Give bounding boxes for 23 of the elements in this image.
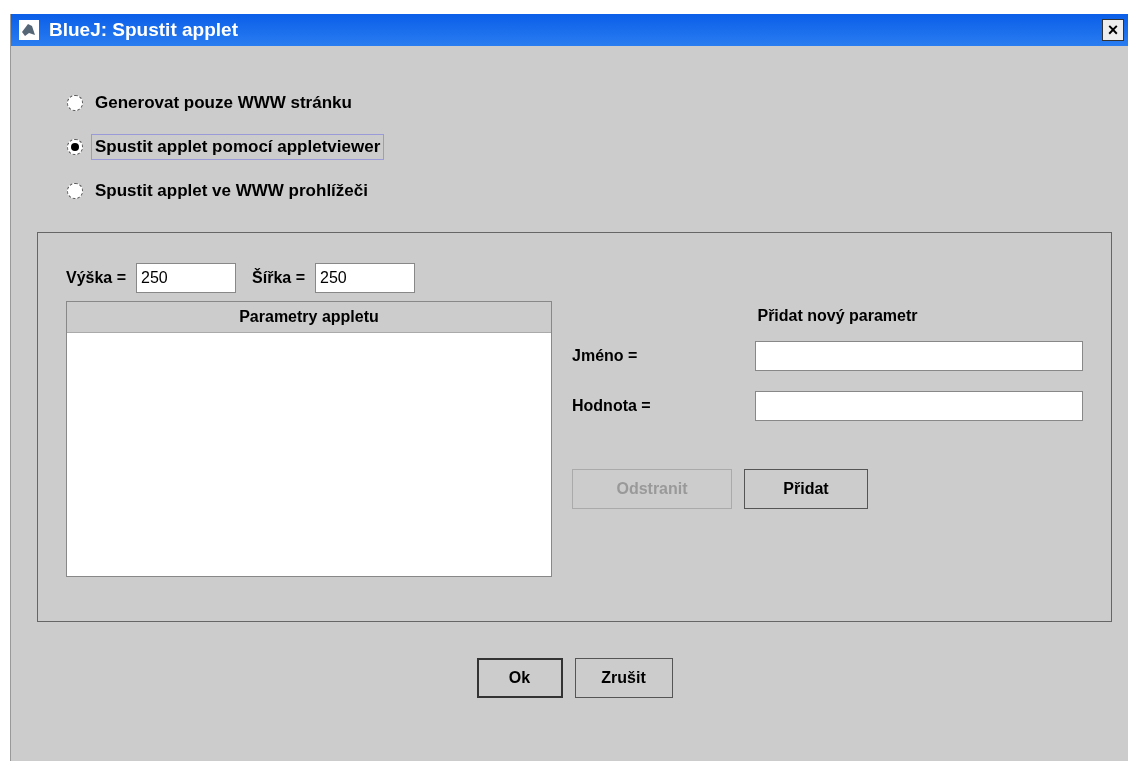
radio-button[interactable] (67, 139, 83, 155)
radio-label[interactable]: Spustit applet ve WWW prohlížeči (91, 178, 372, 204)
close-button[interactable]: × (1102, 19, 1124, 41)
input-field[interactable] (755, 391, 1083, 421)
radio-button[interactable] (67, 95, 83, 111)
radio-button[interactable] (67, 183, 83, 199)
parameters-table[interactable]: Parametry appletu (66, 301, 552, 577)
width-label: Šířka = (252, 269, 305, 287)
action-button[interactable]: Přidat (744, 469, 868, 509)
height-label: Výška = (66, 269, 127, 287)
window-title: BlueJ: Spustit applet (49, 19, 239, 41)
height-field[interactable]: 250 (136, 263, 237, 293)
column-header: Parametry appletu (67, 302, 551, 333)
input-field[interactable] (755, 341, 1083, 371)
radio-label[interactable]: Spustit applet pomocí appletviewer (91, 134, 385, 160)
section-title: Přidat nový parametr (757, 307, 918, 325)
field-label: Jméno = (572, 347, 638, 365)
app-logo-icon (19, 20, 39, 40)
width-field[interactable]: 250 (315, 263, 415, 293)
dialog-button[interactable]: Ok (476, 658, 563, 698)
field-label: Hodnota = (572, 397, 651, 415)
dialog-button[interactable]: Zrušit (574, 658, 673, 698)
radio-label[interactable]: Generovat pouze WWW stránku (91, 90, 356, 116)
